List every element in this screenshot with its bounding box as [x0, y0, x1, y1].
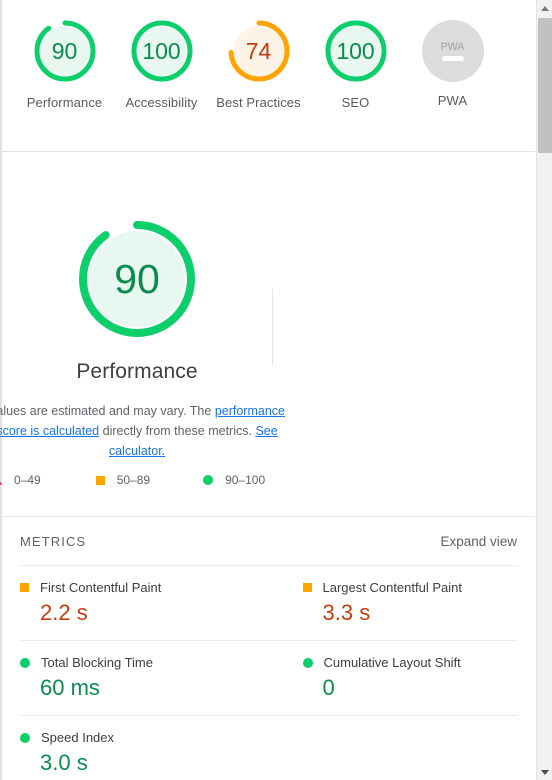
vertical-divider [272, 289, 273, 366]
gauge-score-seo: 100 [336, 37, 375, 64]
legend-item-pass: 90–100 [203, 473, 265, 487]
circle-icon [20, 657, 30, 668]
square-icon [302, 583, 312, 592]
gauge-ring-performance: 90 [32, 18, 98, 84]
gauge-ring-seo: 100 [323, 18, 389, 84]
legend-item-fail: 0–49 [0, 473, 41, 487]
square-icon [95, 475, 105, 485]
metric-name: Largest Contentful Paint [322, 580, 462, 595]
metric-name: First Contentful Paint [40, 580, 162, 595]
metric-value: 2.2 s [40, 600, 88, 625]
score-summary-header: 90 Performance 100 Accessibility 74 Best… [2, 0, 535, 152]
metric-cumulative-layout-shift[interactable]: Cumulative Layout Shift 0 [268, 640, 518, 715]
metric-speed-index[interactable]: Speed Index 3.0 s [20, 715, 269, 780]
circle-icon [20, 732, 30, 743]
scroll-up-arrow-icon[interactable] [537, 0, 552, 16]
pwa-badge-icon: PWA [421, 20, 484, 82]
gauge-pwa[interactable]: PWA PWA [404, 18, 501, 110]
gauge-label-performance: Performance [26, 95, 103, 110]
metric-row-top: Cumulative Layout Shift [302, 655, 518, 670]
gauge-accessibility[interactable]: 100 Accessibility [113, 18, 210, 110]
performance-gauge-score: 90 [114, 255, 160, 302]
category-description: Values are estimated and may vary. The p… [0, 401, 292, 461]
pwa-badge-text: PWA [440, 41, 465, 53]
square-icon [20, 583, 29, 592]
performance-gauge: 90 [75, 217, 199, 341]
legend-label-pass: 90–100 [225, 473, 266, 487]
expand-view-button[interactable]: Expand view [440, 534, 517, 549]
category-panel: 90 Performance Values are estimated and … [0, 153, 535, 780]
lighthouse-report: 90 Performance 100 Accessibility 74 Best… [0, 0, 552, 780]
gauge-score-performance: 90 [51, 37, 78, 64]
gauge-best-practices[interactable]: 74 Best Practices [210, 18, 307, 110]
metric-name: Total Blocking Time [41, 655, 153, 670]
metrics-header: METRICS Expand view [20, 517, 517, 565]
metric-largest-contentful-paint[interactable]: Largest Contentful Paint 3.3 s [268, 565, 518, 640]
metric-value: 3.3 s [322, 600, 371, 625]
metric-row-top: Total Blocking Time [20, 655, 269, 670]
gauge-label-seo: SEO [341, 95, 370, 110]
description-middle: directly from these metrics. [99, 424, 256, 438]
metric-row-top: First Contentful Paint [20, 580, 269, 595]
metric-row-top: Speed Index [20, 730, 269, 745]
triangle-icon [0, 475, 2, 485]
gauge-score-best-practices: 74 [245, 37, 272, 64]
description-lead: Values are estimated and may vary. The [0, 404, 215, 418]
score-gauge-row: 90 Performance 100 Accessibility 74 Best… [2, 0, 535, 110]
metric-empty-slot [268, 715, 517, 780]
gauge-label-pwa: PWA [437, 93, 468, 108]
metric-value: 0 [322, 675, 335, 700]
scrollbar-thumb[interactable] [538, 18, 552, 153]
metrics-section: METRICS Expand view First Contentful Pai… [2, 516, 535, 780]
gauge-ring-accessibility: 100 [129, 18, 195, 84]
metric-first-contentful-paint[interactable]: First Contentful Paint 2.2 s [20, 565, 269, 640]
metric-row-top: Largest Contentful Paint [302, 580, 518, 595]
pwa-dash-icon [441, 56, 464, 61]
gauge-score-accessibility: 100 [142, 37, 181, 64]
legend-label-fail: 0–49 [14, 473, 41, 487]
metric-total-blocking-time[interactable]: Total Blocking Time 60 ms [20, 640, 269, 715]
score-legend: 0–49 50–89 90–100 [0, 473, 290, 487]
scroll-down-arrow-icon[interactable] [537, 764, 552, 780]
category-title: Performance [76, 360, 198, 383]
gauge-ring-best-practices: 74 [226, 18, 292, 84]
metric-name: Speed Index [41, 730, 115, 745]
gauge-seo[interactable]: 100 SEO [307, 18, 404, 110]
gauge-label-best-practices: Best Practices [216, 95, 301, 110]
metrics-grid: First Contentful Paint 2.2 s Largest Con… [20, 565, 517, 780]
circle-icon [203, 475, 214, 485]
metric-value: 3.0 s [40, 750, 88, 775]
legend-item-average: 50–89 [95, 473, 151, 487]
vertical-scrollbar[interactable] [536, 0, 552, 780]
gauge-performance[interactable]: 90 Performance [16, 18, 113, 110]
metric-value: 60 ms [40, 675, 100, 700]
metric-name: Cumulative Layout Shift [323, 655, 461, 670]
metrics-heading: METRICS [20, 533, 87, 549]
gauge-label-accessibility: Accessibility [125, 95, 198, 110]
legend-label-average: 50–89 [116, 473, 151, 487]
circle-icon [302, 657, 313, 668]
performance-gauge-block: 90 Performance Values are estimated and … [0, 153, 535, 487]
